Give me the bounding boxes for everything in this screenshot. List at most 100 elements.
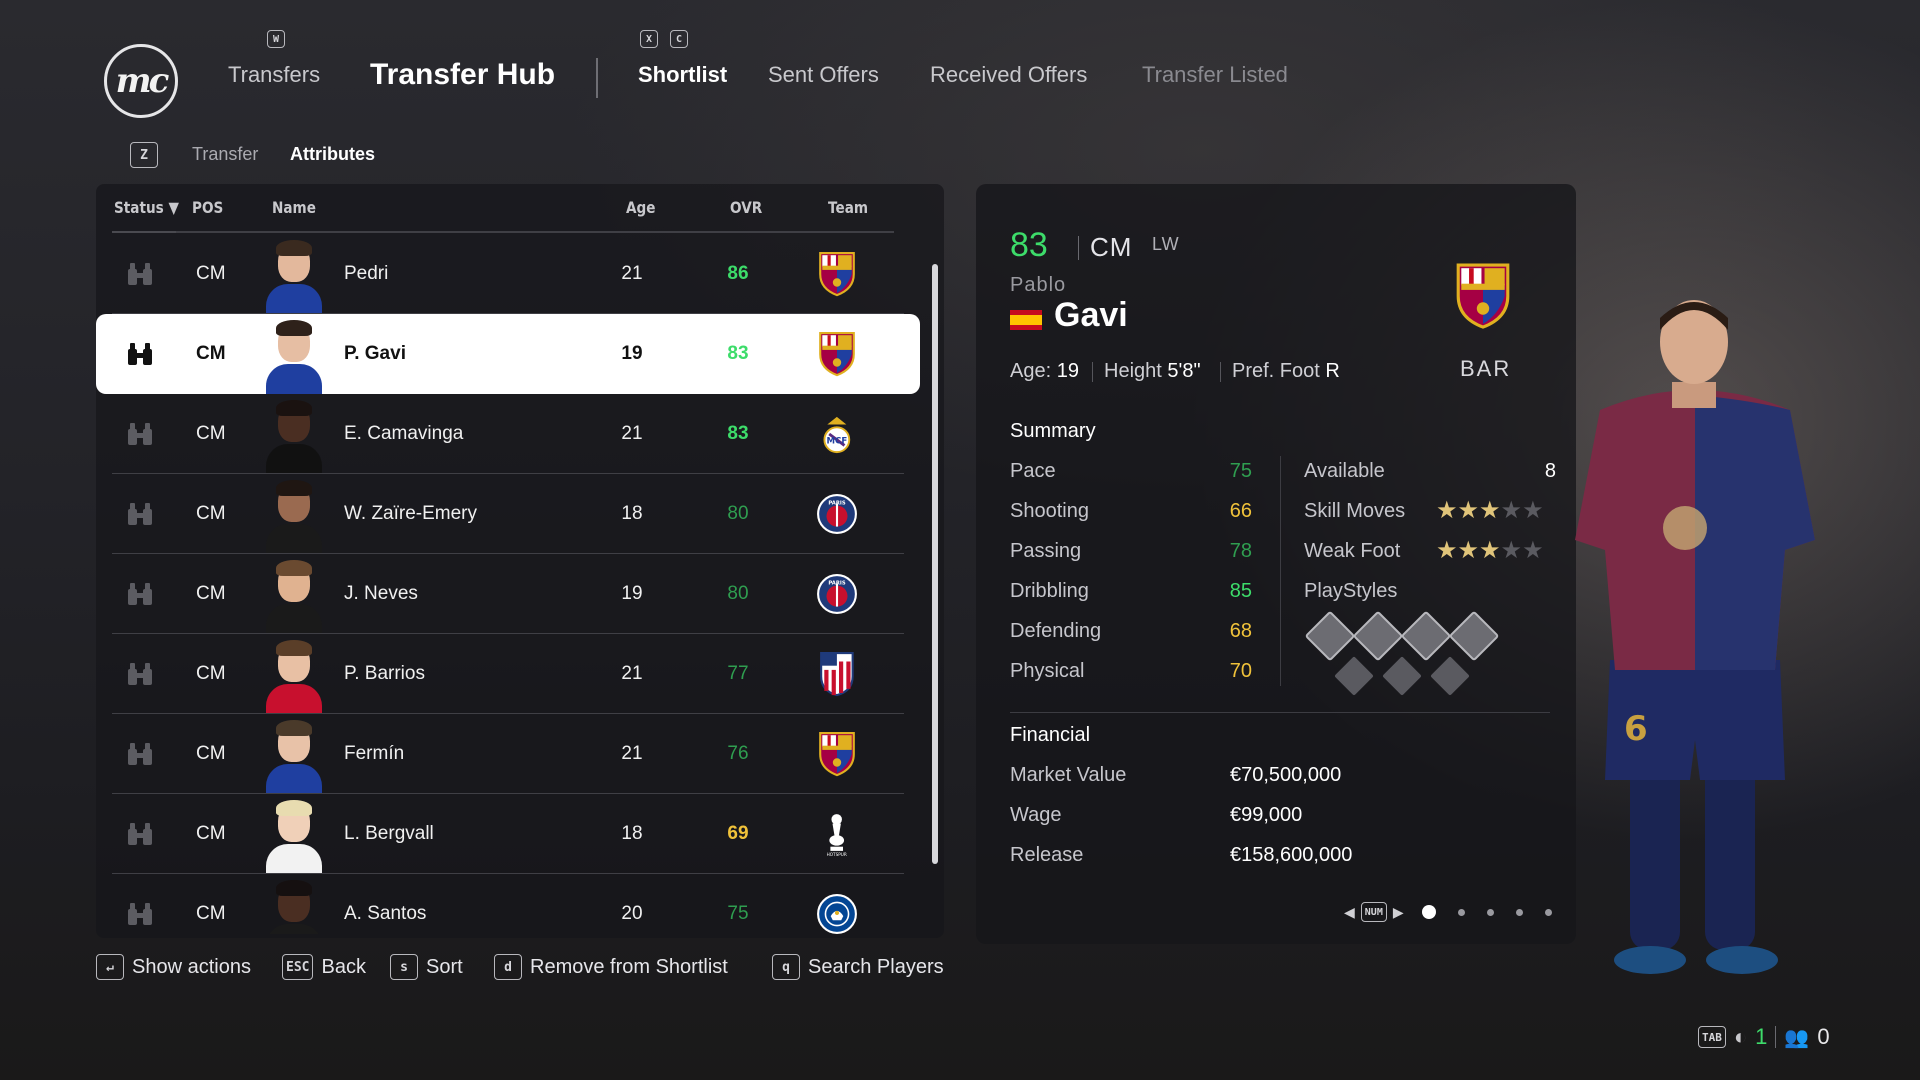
header-underline-main [176,231,894,233]
player-row[interactable]: CM E. Camavinga 21 83 MCF [96,394,920,474]
binoculars-icon[interactable] [122,714,158,794]
col-team[interactable]: Team [828,198,868,217]
pager-right-arrow-icon[interactable]: ▶ [1393,904,1404,921]
binoculars-icon[interactable] [122,874,158,934]
portrait-shirt [266,364,322,394]
row-position: CM [196,903,226,924]
tab-transfer-listed[interactable]: Transfer Listed [1142,62,1288,88]
star-icon: ★ [1500,497,1523,524]
footer-action-search-players[interactable]: q Search Players [772,954,944,980]
pager-dot[interactable] [1515,908,1523,916]
subtab-transfer[interactable]: Transfer [192,144,258,165]
star-icon: ★ [1479,497,1501,524]
subtab-attributes[interactable]: Attributes [290,144,375,165]
pager-dots [1421,905,1552,919]
tab-sent-offers[interactable]: Sent Offers [768,62,879,88]
tottenham-crest-icon: HOTSPUR [812,794,862,874]
player-position: CM [1090,232,1133,262]
portrait-shirt [266,604,322,634]
footer-action-sort[interactable]: s Sort [390,954,463,980]
key-hint: q [772,954,800,980]
player-row[interactable]: CM P. Barrios 21 77 [96,634,920,714]
stat-label-dribbling: Dribbling [1010,580,1089,602]
pager-dot[interactable] [1421,905,1436,919]
svg-text:HOTSPUR: HOTSPUR [827,852,847,857]
friends-icon: 👥 [1784,1026,1810,1049]
key-hint: d [494,954,522,980]
tab-shortlist[interactable]: Shortlist [638,62,727,88]
nav-transfers[interactable]: Transfers [228,62,320,88]
row-ovr: 80 [727,503,749,524]
row-name: L. Bergvall [344,823,434,844]
player-row[interactable]: CM L. Bergvall 18 69 HOTSPUR [96,794,920,874]
portrait-hair [276,320,312,336]
pager-dot[interactable] [1486,908,1494,916]
binoculars-icon[interactable] [122,634,158,714]
player-portrait [264,314,324,394]
binoculars-icon[interactable] [122,394,158,474]
tab-key-hint: TAB [1698,1026,1726,1048]
summary-divider [1280,456,1281,686]
player-right-boot [1706,946,1778,974]
detail-pager[interactable]: ◀ NUM ▶ [1344,902,1552,922]
player-row[interactable]: CM P. Gavi 19 83 [96,314,920,394]
player-row[interactable]: CM Fermín 21 76 [96,714,920,794]
action-label: Show actions [132,955,251,978]
barcelona-crest-icon [812,714,862,794]
action-label: Search Players [808,955,944,978]
binoculars-icon[interactable] [122,474,158,554]
star-icon: ★ [1522,537,1544,564]
status-bar: TAB ◐ 1 👥 0 [1698,1024,1830,1050]
stat-label-passing: Passing [1010,540,1082,562]
col-status[interactable]: Status ▼ [114,198,179,217]
col-pos[interactable]: POS [192,198,223,217]
skill-moves-stars: ★★★★★ [1436,496,1544,525]
row-ovr: 76 [727,743,749,764]
market-value: €70,500,000 [1230,764,1342,786]
footer-action-back[interactable]: ESC Back [282,954,366,980]
player-row[interactable]: CM W. Zaïre-Emery 18 80 PARIS [96,474,920,554]
stat-value-pace: 75 [1229,460,1252,482]
key-hint: ↵ [96,954,124,980]
binoculars-icon[interactable] [122,314,158,394]
player-last-name: Gavi [1054,296,1128,334]
player-row[interactable]: CM A. Santos 20 75 [96,874,920,934]
tab-received-offers[interactable]: Received Offers [930,62,1087,88]
row-ovr: 86 [727,263,749,284]
col-name[interactable]: Name [272,198,316,217]
row-age: 20 [621,903,643,924]
player-pref-foot: Pref. Foot R [1232,360,1340,383]
binoculars-icon[interactable] [122,794,158,874]
row-name: J. Neves [344,583,418,604]
skill-moves-label: Skill Moves [1304,500,1406,522]
row-name: P. Gavi [344,343,406,364]
player-row[interactable]: CM J. Neves 19 80 PARIS [96,554,920,634]
portrait-hair [276,800,312,816]
player-alt-position: LW [1152,234,1180,254]
footer-action-remove-from-shortlist[interactable]: d Remove from Shortlist [494,954,728,980]
logo-text: mc [115,61,170,101]
footer-action-show-actions[interactable]: ↵ Show actions [96,954,251,980]
binoculars-icon[interactable] [122,234,158,314]
pager-dot[interactable] [1544,908,1552,916]
pager-dot[interactable] [1457,908,1465,916]
col-age[interactable]: Age [626,198,655,217]
player-age: Age: 19 [1010,360,1079,383]
portrait-shirt [266,524,322,554]
release-label: Release [1010,844,1084,866]
binoculars-icon[interactable] [122,554,158,634]
friends-count: 0 [1817,1024,1830,1049]
player-row[interactable]: CM Pedri 21 86 [96,234,920,314]
row-ovr: 83 [727,423,749,444]
row-position: CM [196,663,226,684]
portrait-shirt [266,924,322,934]
list-scrollbar[interactable] [932,264,938,864]
portrait-hair [276,640,312,656]
bio-divider [1220,362,1221,382]
row-age: 21 [621,663,643,684]
portrait-hair [276,560,312,576]
row-position: CM [196,823,226,844]
col-ovr[interactable]: OVR [730,198,762,217]
pager-left-arrow-icon[interactable]: ◀ [1344,904,1355,921]
wage-value: €99,000 [1230,804,1303,826]
